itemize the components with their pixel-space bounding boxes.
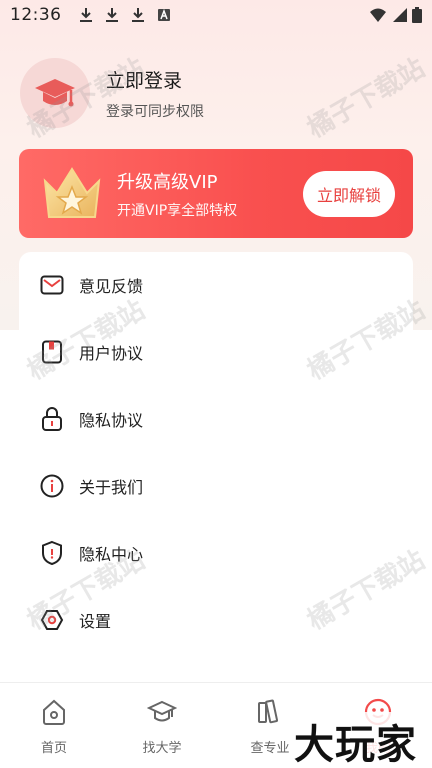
download-icon (79, 8, 92, 22)
menu-list: 意见反馈 用户协议 隐私协议 关于我们 隐私中心 设置 (19, 252, 413, 672)
vip-title: 升级高级VIP (117, 171, 218, 193)
status-bar: 12:36 (0, 0, 432, 30)
books-icon (258, 699, 279, 724)
crown-icon (43, 166, 101, 218)
graduation-cap-icon (35, 79, 75, 107)
profile-section[interactable]: 立即登录 登录可同步权限 (20, 58, 204, 128)
app-notification-icon (157, 8, 170, 21)
tab-label: 找大学 (142, 741, 182, 756)
shield-icon (39, 540, 65, 566)
menu-label: 意见反馈 (79, 277, 144, 296)
graduation-cap-icon (147, 700, 177, 722)
status-time: 12:36 (10, 5, 62, 25)
login-title[interactable]: 立即登录 (106, 66, 204, 93)
lock-icon (39, 406, 65, 432)
notification-icons (78, 7, 172, 23)
info-icon (39, 473, 65, 499)
battery-icon (412, 7, 422, 23)
settings-icon (39, 607, 65, 633)
system-icons (368, 7, 422, 23)
menu-item-privacy-agreement[interactable]: 隐私协议 (19, 389, 413, 449)
vip-banner[interactable]: 升级高级VIP 开通VIP享全部特权 立即解锁 (19, 149, 413, 238)
brand-watermark: 大玩家 (290, 712, 421, 768)
document-icon (39, 339, 65, 365)
menu-label: 用户协议 (79, 344, 144, 363)
wifi-icon (370, 8, 386, 22)
signal-icon (393, 8, 407, 22)
menu-label: 关于我们 (79, 478, 144, 497)
menu-label: 隐私协议 (79, 411, 144, 430)
mail-icon (39, 272, 65, 298)
unlock-button[interactable]: 立即解锁 (303, 170, 395, 217)
home-icon (43, 699, 65, 725)
download-icon (131, 8, 144, 22)
avatar[interactable] (20, 58, 90, 128)
login-subtitle: 登录可同步权限 (106, 103, 204, 120)
menu-item-about-us[interactable]: 关于我们 (19, 456, 413, 516)
tab-find-university[interactable]: 找大学 (108, 683, 216, 768)
menu-item-user-agreement[interactable]: 用户协议 (19, 322, 413, 382)
menu-item-privacy-center[interactable]: 隐私中心 (19, 523, 413, 583)
tab-label: 查专业 (250, 741, 290, 756)
tab-label: 首页 (40, 741, 67, 756)
tab-home[interactable]: 首页 (0, 683, 108, 768)
menu-item-settings[interactable]: 设置 (19, 590, 413, 650)
menu-label: 设置 (79, 612, 112, 631)
download-icon (105, 8, 118, 22)
vip-subtitle: 开通VIP享全部特权 (117, 202, 238, 219)
menu-label: 隐私中心 (79, 545, 144, 564)
menu-item-feedback[interactable]: 意见反馈 (19, 255, 413, 315)
